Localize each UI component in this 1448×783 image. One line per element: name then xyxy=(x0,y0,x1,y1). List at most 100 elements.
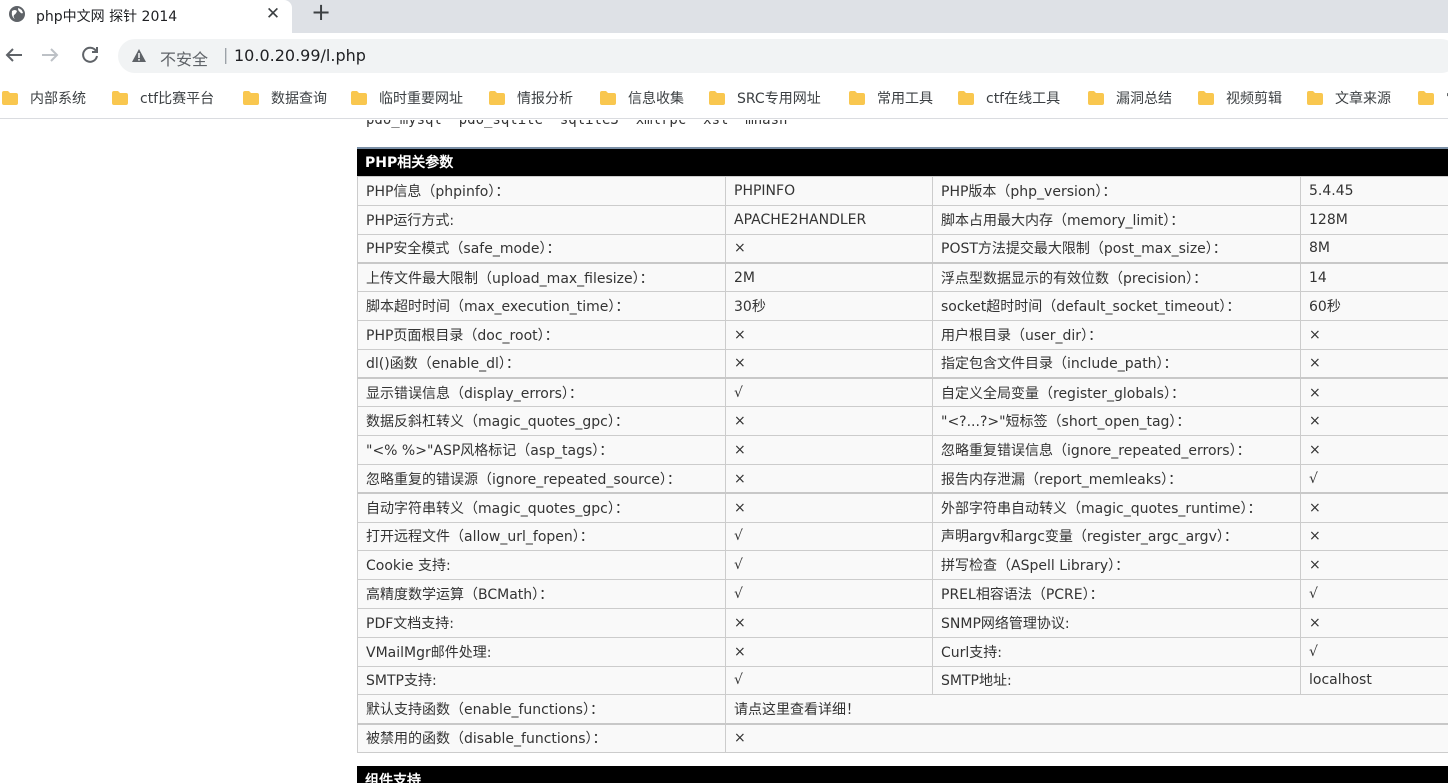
reload-icon[interactable] xyxy=(78,43,102,67)
folder-icon xyxy=(1307,91,1323,105)
bookmark-item[interactable]: 信息收集 xyxy=(600,87,684,109)
value-cell: × xyxy=(725,722,1448,753)
browser-tab[interactable]: php中文网 探针 2014 ✕ xyxy=(0,0,292,33)
value-cell: × xyxy=(725,492,933,523)
section-title: PHP相关参数 xyxy=(357,147,1448,176)
bookmark-item[interactable]: 漏洞总结 xyxy=(1088,87,1172,109)
close-tab-icon[interactable]: ✕ xyxy=(263,4,283,24)
value-cell: × xyxy=(1300,607,1448,638)
forward-arrow-icon[interactable] xyxy=(38,43,62,67)
folder-icon xyxy=(2,91,18,105)
value-cell: × xyxy=(1300,435,1448,465)
folder-icon xyxy=(1418,91,1434,105)
bookmark-label: SRC专用网址 xyxy=(737,91,821,107)
bookmark-label: 数据查询 xyxy=(271,91,327,107)
enable-functions-link[interactable]: 请点这里查看详细！ xyxy=(725,694,1448,725)
value-cell: √ xyxy=(725,550,933,581)
bookmark-item[interactable]: 临时重要网址 xyxy=(351,87,463,109)
value-cell: √ xyxy=(1300,463,1448,494)
folder-icon xyxy=(1088,91,1104,105)
bookmark-label: 信息收集 xyxy=(628,91,684,107)
bookmarks-bar: 内部系统 ctf比赛平台 数据查询 临时重要网址 情报分析 信息收集 SRC专用网址 常用工具… xyxy=(0,77,1448,119)
new-tab-button[interactable]: + xyxy=(309,0,333,25)
bookmark-label: 情报分析 xyxy=(517,91,573,107)
value-cell: APACHE2HANDLER xyxy=(725,204,933,235)
value-cell: √ xyxy=(725,521,933,552)
label-cell: 上传文件最大限制（upload_max_filesize）： xyxy=(357,261,726,293)
label-cell: 声明argv和argc变量（register_argc_argv）： xyxy=(932,521,1301,552)
value-cell: localhost xyxy=(1300,665,1448,696)
label-cell: SNMP网络管理协议: xyxy=(932,607,1301,638)
value-cell: × xyxy=(725,435,933,465)
security-status-label[interactable]: 不安全 xyxy=(160,46,208,70)
label-cell: SMTP地址: xyxy=(932,665,1301,696)
label-cell: 默认支持函数（enable_functions）： xyxy=(357,694,726,725)
value-cell: 2M xyxy=(725,261,933,293)
folder-icon xyxy=(958,91,974,105)
table-row: "<% %>"ASP风格标记（asp_tags）： × 忽略重复错误信息（ignor… xyxy=(357,435,1448,465)
back-arrow-icon[interactable] xyxy=(2,43,26,67)
value-cell: × xyxy=(725,233,933,264)
label-cell: 拼写检查（ASpell Library）： xyxy=(932,550,1301,581)
table-row: PHP安全模式（safe_mode）： × POST方法提交最大限制（post_ma… xyxy=(357,233,1448,264)
label-cell: 自定义全局变量（register_globals）： xyxy=(932,377,1301,408)
label-cell: "<?...?>"短标签（short_open_tag）： xyxy=(932,406,1301,437)
bookmark-label: ctf比赛平台 xyxy=(140,91,215,107)
label-cell: dl()函数（enable_dl）： xyxy=(357,348,726,379)
tab-title: php中文网 探针 2014 xyxy=(36,9,178,25)
value-cell: √ xyxy=(725,377,933,408)
value-cell: × xyxy=(1300,550,1448,581)
folder-icon xyxy=(243,91,259,105)
table-row: 数据反斜杠转义（magic_quotes_gpc）： × "<?...?>"短标签（… xyxy=(357,406,1448,437)
label-cell: PREL相容语法（PCRE）： xyxy=(932,579,1301,609)
label-cell: 浮点型数据显示的有效位数（precision）： xyxy=(932,261,1301,293)
value-cell: √ xyxy=(1300,579,1448,609)
bookmark-item[interactable]: 视频剪辑 xyxy=(1198,87,1282,109)
bookmark-item[interactable]: 常 xyxy=(1418,87,1448,109)
label-cell: POST方法提交最大限制（post_max_size）： xyxy=(932,233,1301,264)
table-row: 打开远程文件（allow_url_fopen）： √ 声明argv和argc变量（r… xyxy=(357,521,1448,552)
bookmark-item[interactable]: ctf比赛平台 xyxy=(112,87,214,109)
folder-icon xyxy=(351,91,367,105)
label-cell: PHP页面根目录（doc_root）： xyxy=(357,319,726,350)
bookmark-item[interactable]: 数据查询 xyxy=(243,87,327,109)
label-cell: 数据反斜杠转义（magic_quotes_gpc）： xyxy=(357,406,726,437)
table-row: 自动字符串转义（magic_quotes_gpc）： × 外部字符串自动转义（mag… xyxy=(357,492,1448,523)
bookmark-label: 内部系统 xyxy=(30,91,86,107)
value-cell: 60秒 xyxy=(1300,291,1448,321)
bookmark-item[interactable]: SRC专用网址 xyxy=(709,87,821,109)
table-row: dl()函数（enable_dl）： × 指定包含文件目录（include_path… xyxy=(357,348,1448,379)
label-cell: "<% %>"ASP风格标记（asp_tags）： xyxy=(357,435,726,465)
value-cell: PHPINFO xyxy=(725,176,933,206)
browser-toolbar: 不安全 | 10.0.20.99/l.php xyxy=(0,33,1448,77)
label-cell: SMTP支持: xyxy=(357,665,726,696)
value-cell: × xyxy=(1300,348,1448,379)
label-cell: 打开远程文件（allow_url_fopen）： xyxy=(357,521,726,552)
label-cell: VMailMgr邮件处理: xyxy=(357,636,726,667)
address-separator: | xyxy=(223,45,229,64)
value-cell: × xyxy=(1300,319,1448,350)
value-cell: × xyxy=(1300,377,1448,408)
table-row: 默认支持函数（enable_functions）： 请点这里查看详细！ xyxy=(357,694,1448,725)
bookmark-item[interactable]: 文章来源 xyxy=(1307,87,1391,109)
url-text[interactable]: 10.0.20.99/l.php xyxy=(234,46,366,65)
table-row: SMTP支持: √ SMTP地址: localhost xyxy=(357,665,1448,696)
warning-triangle-icon[interactable] xyxy=(131,48,147,64)
value-cell: × xyxy=(725,319,933,350)
next-section-title: 组件支持 xyxy=(357,766,1448,783)
table-row: 脚本超时时间（max_execution_time）： 30秒 socket超时时间… xyxy=(357,291,1448,321)
bookmark-label: 视频剪辑 xyxy=(1226,91,1282,107)
label-cell: 被禁用的函数（disable_functions）： xyxy=(357,722,726,753)
label-cell: PDF文档支持: xyxy=(357,607,726,638)
bookmark-item[interactable]: 情报分析 xyxy=(489,87,573,109)
label-cell: 用户根目录（user_dir）： xyxy=(932,319,1301,350)
value-cell: × xyxy=(1300,492,1448,523)
label-cell: PHP安全模式（safe_mode）： xyxy=(357,233,726,264)
bookmark-item[interactable]: 常用工具 xyxy=(849,87,933,109)
label-cell: PHP运行方式: xyxy=(357,204,726,235)
globe-icon xyxy=(9,6,25,22)
label-cell: 高精度数学运算（BCMath）： xyxy=(357,579,726,609)
bookmark-item[interactable]: 内部系统 xyxy=(2,87,86,109)
value-cell: √ xyxy=(725,579,933,609)
bookmark-item[interactable]: ctf在线工具 xyxy=(958,87,1060,109)
